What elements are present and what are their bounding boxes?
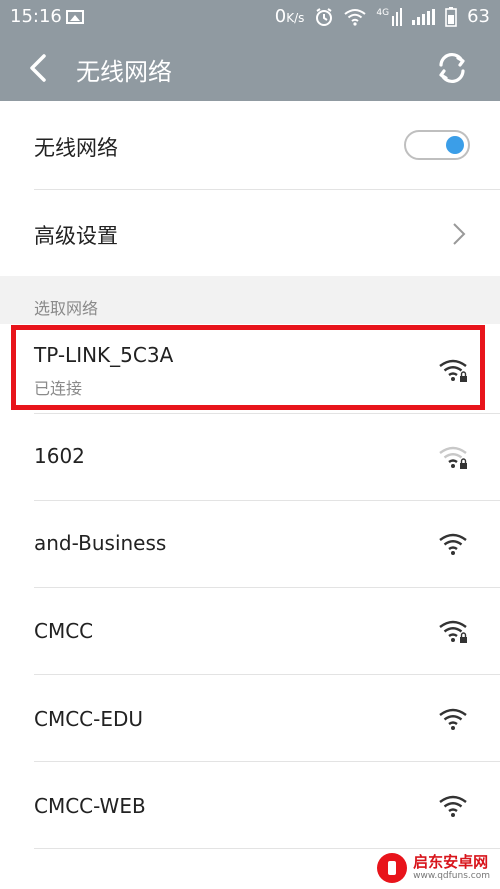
- wifi-icon: [439, 708, 467, 730]
- watermark-url: www.qdfuns.com: [413, 871, 490, 881]
- network-row-and-business[interactable]: and-Business: [0, 501, 500, 587]
- network-row-cmcc-edu[interactable]: CMCC-EDU: [0, 675, 500, 761]
- wifi-toggle-switch[interactable]: [404, 130, 470, 160]
- network-name: CMCC: [34, 619, 94, 643]
- cell-signal-2-icon: [412, 8, 436, 25]
- advanced-settings-label: 高级设置: [34, 224, 118, 248]
- app-bar: 无线网络: [0, 36, 500, 101]
- wifi-lock-icon: [439, 620, 467, 643]
- highlight-box: [11, 325, 485, 410]
- back-arrow-icon[interactable]: [22, 50, 58, 86]
- wifi-icon: [439, 795, 467, 817]
- status-icons: 0K/s 4G 63: [275, 6, 490, 27]
- network-name: 1602: [34, 444, 85, 468]
- network-name: and-Business: [34, 531, 167, 555]
- section-title: 选取网络: [34, 299, 99, 318]
- watermark-title: 启东安卓网: [413, 853, 489, 871]
- network-name: CMCC-WEB: [34, 794, 146, 818]
- network-row-cmcc[interactable]: CMCC: [0, 588, 500, 674]
- network-row-cmcc-web[interactable]: CMCC-WEB: [0, 762, 500, 848]
- network-row-1602[interactable]: 1602: [0, 414, 500, 500]
- image-notification-icon: [66, 10, 84, 24]
- toggle-knob: [446, 136, 464, 154]
- network-type: 4G: [376, 7, 390, 18]
- watermark-logo-icon: [377, 853, 408, 883]
- network-name: CMCC-EDU: [34, 707, 144, 731]
- wifi-icon: [439, 533, 467, 555]
- advanced-settings-row[interactable]: 高级设置: [0, 190, 500, 276]
- section-header: 选取网络: [0, 276, 500, 324]
- battery-level: 63: [467, 6, 490, 27]
- watermark: 启东安卓网 www.qdfuns.com: [377, 853, 490, 883]
- page-title: 无线网络: [76, 58, 172, 86]
- refresh-icon[interactable]: [434, 50, 470, 86]
- net-speed: 0K/s: [274, 6, 305, 27]
- battery-icon: [445, 6, 457, 27]
- wifi-toggle-row[interactable]: 无线网络: [0, 101, 500, 189]
- chevron-right-icon: [453, 223, 466, 245]
- wifi-toggle-label: 无线网络: [34, 136, 118, 160]
- cell-signal-icon: 4G: [376, 7, 403, 26]
- wifi-status-icon: [344, 8, 367, 26]
- wifi-weak-lock-icon: [439, 446, 467, 469]
- status-time: 15:16: [10, 6, 62, 27]
- alarm-icon: [316, 7, 333, 26]
- status-bar: 15:16 0K/s 4G 63: [0, 0, 500, 36]
- divider: [34, 848, 500, 849]
